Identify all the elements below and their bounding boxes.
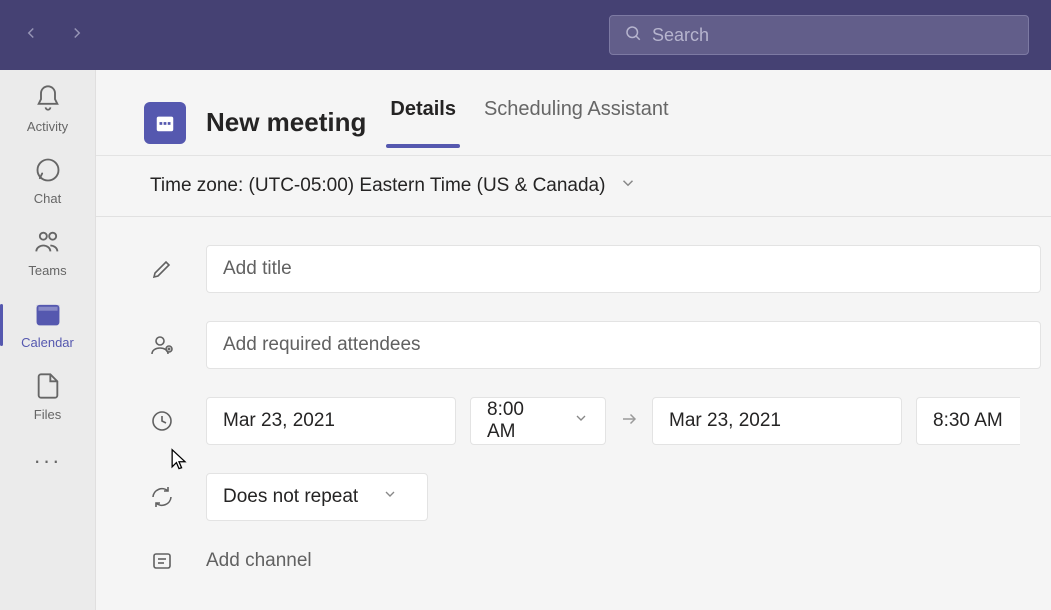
search-box[interactable]: Search — [609, 15, 1029, 55]
attendees-icon — [144, 333, 180, 357]
rail-more-button[interactable]: ··· — [34, 448, 62, 474]
timezone-label: Time zone: (UTC-05:00) Eastern Time (US … — [150, 175, 605, 197]
arrow-right-icon — [620, 410, 638, 433]
end-date-value: Mar 23, 2021 — [669, 410, 781, 432]
tab-scheduling-assistant[interactable]: Scheduling Assistant — [480, 98, 673, 147]
rail-files[interactable]: Files — [0, 372, 95, 422]
start-date-value: Mar 23, 2021 — [223, 410, 335, 432]
tab-details[interactable]: Details — [386, 98, 460, 147]
files-icon — [34, 372, 62, 403]
pencil-icon — [144, 257, 180, 281]
attendees-placeholder: Add required attendees — [223, 334, 421, 356]
channel-placeholder: Add channel — [206, 550, 312, 571]
chevron-down-icon — [619, 174, 637, 198]
title-input[interactable]: Add title — [206, 245, 1041, 293]
clock-icon — [144, 409, 180, 433]
title-placeholder: Add title — [223, 258, 292, 280]
bell-icon — [34, 84, 62, 115]
rail-label: Chat — [34, 191, 61, 206]
repeat-icon — [144, 485, 180, 509]
meeting-type-icon — [144, 102, 186, 144]
app-rail: Activity Chat Teams Calendar Files — [0, 70, 96, 610]
channel-input[interactable]: Add channel — [206, 550, 1051, 572]
chevron-down-icon — [573, 410, 589, 432]
search-placeholder: Search — [652, 25, 709, 46]
chat-icon — [34, 156, 62, 187]
rail-teams[interactable]: Teams — [0, 228, 95, 278]
rail-calendar[interactable]: Calendar — [0, 300, 95, 350]
attendees-input[interactable]: Add required attendees — [206, 321, 1041, 369]
main-panel: New meeting Details Scheduling Assistant… — [96, 70, 1051, 610]
rail-activity[interactable]: Activity — [0, 84, 95, 134]
end-date-input[interactable]: Mar 23, 2021 — [652, 397, 902, 445]
nav-forward-button[interactable] — [68, 24, 86, 47]
rail-label: Teams — [28, 263, 66, 278]
chevron-down-icon — [382, 486, 398, 508]
teams-icon — [34, 228, 62, 259]
timezone-selector[interactable]: Time zone: (UTC-05:00) Eastern Time (US … — [96, 156, 1051, 217]
channel-icon — [144, 549, 180, 573]
search-icon — [624, 24, 642, 47]
rail-chat[interactable]: Chat — [0, 156, 95, 206]
start-time-select[interactable]: 8:00 AM — [470, 397, 606, 445]
rail-label: Activity — [27, 119, 68, 134]
start-time-value: 8:00 AM — [487, 399, 549, 443]
end-time-select[interactable]: 8:30 AM — [916, 397, 1020, 445]
top-bar: Search — [0, 0, 1051, 70]
rail-label: Calendar — [21, 335, 74, 350]
repeat-value: Does not repeat — [223, 486, 358, 508]
page-title: New meeting — [206, 107, 366, 138]
calendar-icon — [34, 300, 62, 331]
repeat-select[interactable]: Does not repeat — [206, 473, 428, 521]
rail-label: Files — [34, 407, 61, 422]
nav-back-button[interactable] — [22, 24, 40, 47]
end-time-value: 8:30 AM — [933, 410, 1003, 432]
start-date-input[interactable]: Mar 23, 2021 — [206, 397, 456, 445]
meeting-header: New meeting Details Scheduling Assistant — [96, 70, 1051, 156]
